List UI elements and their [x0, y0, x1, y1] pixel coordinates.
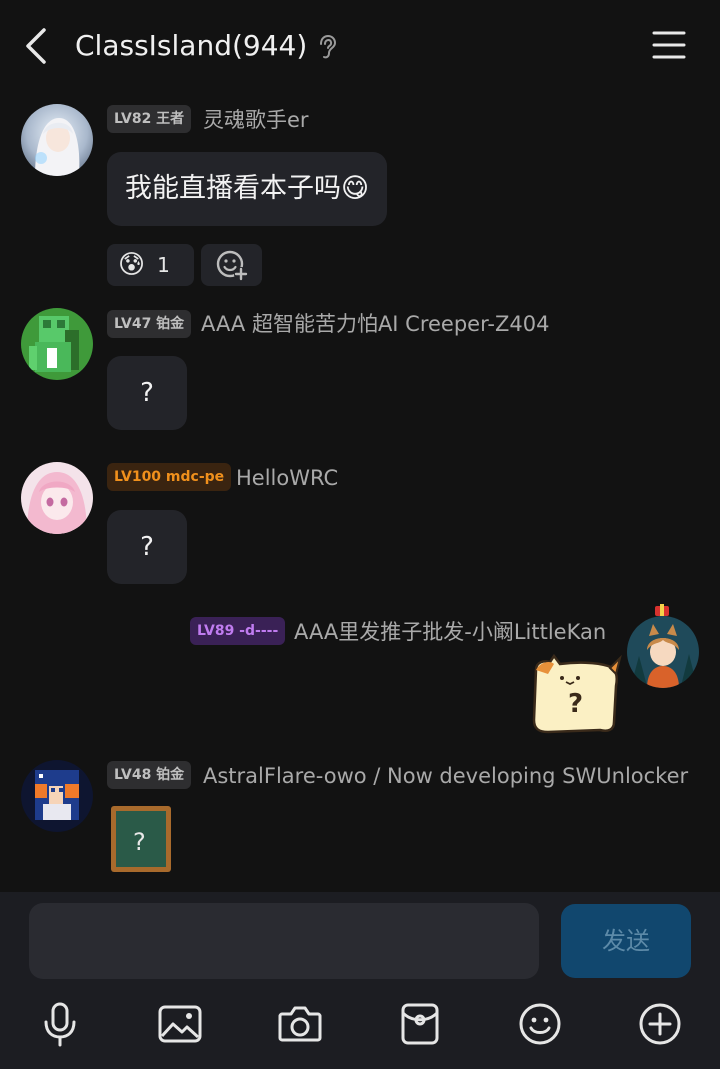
chevron-left-icon: [26, 28, 46, 64]
sender-name[interactable]: 灵魂歌手er: [203, 106, 309, 134]
level-badge: LV100 mdc-pe: [107, 463, 232, 491]
avatar[interactable]: [21, 760, 93, 832]
menu-button[interactable]: [650, 28, 688, 62]
sender-name[interactable]: HelloWRC: [236, 464, 338, 492]
chalkboard-sticker[interactable]: ?: [109, 804, 173, 874]
back-button[interactable]: [22, 26, 54, 66]
cat-sticker[interactable]: ?: [526, 652, 622, 736]
plus-icon[interactable]: [636, 1000, 684, 1048]
message-input[interactable]: [29, 903, 539, 979]
reaction-chip[interactable]: 😰 1: [107, 244, 194, 286]
level-badge: LV47 铂金: [107, 310, 192, 338]
sender-name[interactable]: AAA里发推子批发-小阚LittleKan: [294, 618, 606, 646]
level-badge: LV82 王者: [107, 105, 192, 133]
message-list[interactable]: LV82 王者 灵魂歌手er 我能直播看本子吗😋 😰 1 LV47 铂金 AAA…: [0, 92, 720, 892]
image-icon[interactable]: [156, 1000, 204, 1048]
message-bubble[interactable]: ?: [107, 510, 187, 584]
level-badge: LV48 铂金: [107, 761, 192, 789]
ear-icon[interactable]: [316, 34, 338, 60]
sticker-text: ?: [568, 689, 583, 719]
sender-name[interactable]: AAA 超智能苦力怕AI Creeper-Z404: [201, 310, 549, 338]
hamburger-menu-icon: [652, 31, 686, 59]
avatar[interactable]: [21, 104, 93, 176]
message-bubble[interactable]: 我能直播看本子吗😋: [107, 152, 388, 226]
send-button[interactable]: 发送: [561, 904, 691, 978]
composer: 发送: [0, 892, 720, 1069]
decoration-icon: [653, 602, 671, 618]
avatar[interactable]: [627, 616, 699, 688]
avatar[interactable]: [21, 462, 93, 534]
avatar[interactable]: [21, 308, 93, 380]
fearful-emoji-icon: 😰: [118, 250, 146, 280]
emoji-icon[interactable]: [516, 1000, 564, 1048]
mic-icon[interactable]: [36, 1000, 84, 1048]
message-bubble[interactable]: ?: [107, 356, 187, 430]
level-badge: LV89 -d----: [190, 617, 286, 645]
camera-icon[interactable]: [276, 1000, 324, 1048]
add-reaction-button[interactable]: [201, 244, 262, 286]
chat-title: ClassIsland(944): [75, 29, 308, 62]
add-emoji-icon: [216, 250, 248, 281]
red-packet-icon[interactable]: [396, 1000, 444, 1048]
reaction-count: 1: [157, 253, 170, 277]
sender-name[interactable]: AstralFlare-owo / Now developing SWUnloc…: [203, 762, 688, 790]
chat-header: ClassIsland(944): [0, 0, 720, 92]
sticker-text: ?: [133, 828, 146, 856]
